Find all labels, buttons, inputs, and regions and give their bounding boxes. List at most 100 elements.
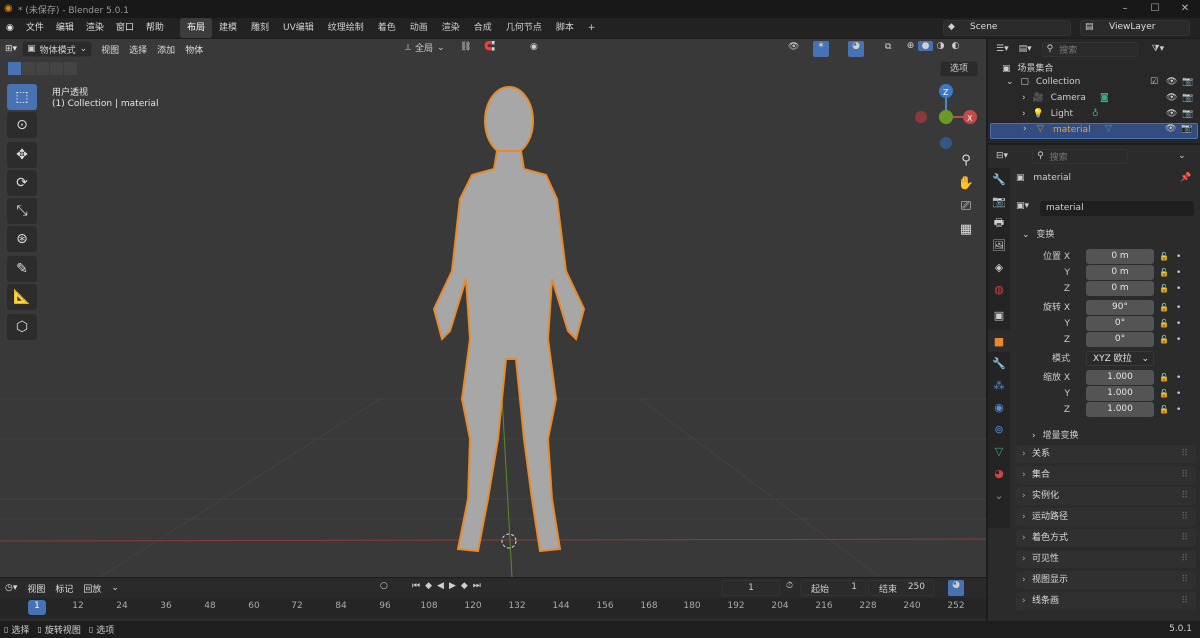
transform-panel-header[interactable]: ⌄ 变换 <box>1022 227 1054 240</box>
snap-icon[interactable]: 🧲 <box>484 42 495 52</box>
add-cube-tool-icon[interactable]: ⬡ <box>7 314 37 340</box>
measure-tool-icon[interactable]: 📐 <box>7 284 37 310</box>
location-y-field[interactable]: 0 m <box>1086 265 1154 280</box>
menu-edit[interactable]: 编辑 <box>50 18 80 38</box>
menu-window[interactable]: 窗口 <box>110 18 140 38</box>
transform-orientation[interactable]: ⟂ 全局 ⌄ <box>405 41 445 55</box>
lock-icon[interactable]: 🔓 <box>1159 332 1169 348</box>
maximize-button[interactable]: ☐ <box>1140 0 1170 18</box>
scale-z-field[interactable]: 1.000 <box>1086 402 1154 417</box>
select-intersect-icon[interactable] <box>64 62 77 75</box>
camera-render-icon[interactable]: 📷 <box>1182 109 1193 119</box>
lock-icon[interactable]: 🔓 <box>1159 300 1169 316</box>
keyframe-dot-icon[interactable]: • <box>1176 281 1181 297</box>
constraints-tab-icon[interactable]: ⊚ <box>988 418 1010 440</box>
tab-texture-paint[interactable]: 纹理绘制 <box>321 18 371 38</box>
modifier-tab-icon[interactable]: 🔧 <box>988 352 1010 374</box>
lock-icon[interactable]: 🔓 <box>1159 316 1169 332</box>
frame-ruler[interactable]: 1 12 24 36 48 60 72 84 96 108 120 132 14… <box>0 598 986 618</box>
properties-editor-type-icon[interactable]: ⊟▾ <box>996 151 1008 161</box>
tab-sculpting[interactable]: 雕刻 <box>244 18 276 38</box>
drag-handle-icon[interactable]: ⠿ <box>1181 508 1188 526</box>
pivot-icon[interactable]: ⛓ <box>460 42 471 52</box>
tab-modeling[interactable]: 建模 <box>212 18 244 38</box>
object-name-field[interactable]: material <box>1040 201 1194 216</box>
outliner-editor-type-icon[interactable]: ☰▾ <box>996 44 1009 54</box>
editor-type-icon[interactable]: ⊞▾ <box>0 44 22 54</box>
overlay-toggle-icon[interactable]: ◕ <box>848 41 864 57</box>
panel-instancing[interactable]: 实例化 ⠿ <box>1016 487 1196 505</box>
timeline-menu-marker[interactable]: 标记 <box>50 582 78 595</box>
transform-tool-icon[interactable]: ⊛ <box>7 226 37 252</box>
panel-line-art[interactable]: 线条画 ⠿ <box>1016 592 1196 610</box>
add-workspace-button[interactable]: + <box>581 18 603 38</box>
start-frame-field[interactable]: 起始 1 <box>800 580 866 596</box>
scale-tool-icon[interactable]: ⤡ <box>7 198 37 224</box>
filter-icon[interactable]: ⧩▾ <box>1152 44 1165 54</box>
physics-tab-icon[interactable]: ◉ <box>988 396 1010 418</box>
perspective-toggle-icon[interactable]: ▦ <box>955 218 977 240</box>
timeline-options-icon[interactable]: ◕ <box>948 580 964 596</box>
navigation-gizmo[interactable]: Z X <box>910 81 986 151</box>
lock-icon[interactable]: 🔓 <box>1159 281 1169 297</box>
menu-help[interactable]: 帮助 <box>140 18 170 38</box>
rotation-x-field[interactable]: 90° <box>1086 300 1154 315</box>
panel-relations[interactable]: 关系 ⠿ <box>1016 445 1196 463</box>
mode-selector[interactable]: ▣ 物体模式 ⌄ <box>22 41 93 57</box>
drag-handle-icon[interactable]: ⠿ <box>1181 592 1188 610</box>
lock-icon[interactable]: 🔓 <box>1159 402 1169 418</box>
prev-keyframe-icon[interactable]: ◆ <box>425 581 432 591</box>
keyframe-dot-icon[interactable]: • <box>1176 386 1181 402</box>
drag-handle-icon[interactable]: ⠿ <box>1181 529 1188 547</box>
rendered-shading-icon[interactable]: ◐ <box>948 41 963 51</box>
material-tab-icon[interactable]: ◕ <box>988 462 1010 484</box>
camera-render-icon[interactable]: 📷 <box>1182 77 1193 87</box>
view-layer-tab-icon[interactable]: 🖼 <box>988 234 1010 256</box>
select-new-icon[interactable] <box>8 62 21 75</box>
mesh-data-tab-icon[interactable]: ▽ <box>988 440 1010 462</box>
eye-icon[interactable]: 👁 <box>1166 93 1177 103</box>
stopwatch-icon[interactable]: ⏱ <box>786 581 793 591</box>
lock-icon[interactable]: 🔓 <box>1159 386 1169 402</box>
outliner-row-material[interactable]: › ▽ material ▽ 👁 📷 <box>990 123 1198 139</box>
particles-tab-icon[interactable]: ⁂ <box>988 374 1010 396</box>
wireframe-shading-icon[interactable]: ⊕ <box>903 41 918 51</box>
select-subtract-icon[interactable] <box>36 62 49 75</box>
tool-tab-icon[interactable]: 🔧 <box>988 168 1010 190</box>
drag-handle-icon[interactable]: ⠿ <box>1181 487 1188 505</box>
delta-transform-subpanel[interactable]: › 增量变换 <box>1032 428 1079 441</box>
lock-icon[interactable]: 🔓 <box>1159 370 1169 386</box>
object-browse-icon[interactable]: ▣▾ <box>1016 201 1029 211</box>
view-layer-selector[interactable]: ▤ ViewLayer <box>1080 20 1190 36</box>
material-shading-icon[interactable]: ◑ <box>933 41 948 51</box>
tab-uv-editing[interactable]: UV编辑 <box>276 18 321 38</box>
select-invert-icon[interactable] <box>50 62 63 75</box>
scale-x-field[interactable]: 1.000 <box>1086 370 1154 385</box>
menu-render[interactable]: 渲染 <box>80 18 110 38</box>
camera-render-icon[interactable]: 📷 <box>1182 93 1193 103</box>
scene-tab-icon[interactable]: ◈ <box>988 256 1010 278</box>
chevron-down-icon[interactable]: ⌄ <box>1178 151 1186 161</box>
lock-icon[interactable]: 🔓 <box>1159 249 1169 265</box>
chevron-down-icon[interactable]: ⌄ <box>988 484 1010 506</box>
play-icon[interactable]: ▶ <box>449 581 456 591</box>
collection-tab-icon[interactable]: ▣ <box>988 304 1010 326</box>
outliner-search-input[interactable]: ⚲ 搜索 <box>1041 41 1138 57</box>
end-frame-field[interactable]: 结束 250 <box>868 580 934 596</box>
xray-icon[interactable]: ⧉ <box>885 42 891 52</box>
keyframe-dot-icon[interactable]: • <box>1176 265 1181 281</box>
current-frame-field[interactable]: 1 <box>722 580 780 596</box>
scene-collection-row[interactable]: ▣ 场景集合 <box>1002 61 1198 77</box>
close-button[interactable]: ✕ <box>1170 0 1200 18</box>
world-tab-icon[interactable]: ◍ <box>988 278 1010 300</box>
blender-menu-icon[interactable]: ◉ <box>0 18 20 38</box>
outliner-row-collection[interactable]: ⌄ ▢ Collection ☑ 👁 📷 <box>1006 77 1198 93</box>
lock-icon[interactable]: 🔓 <box>1159 265 1169 281</box>
tab-animation[interactable]: 动画 <box>403 18 435 38</box>
zoom-icon[interactable]: ⚲ <box>955 149 977 171</box>
menu-view[interactable]: 视图 <box>96 43 124 56</box>
keyframe-dot-icon[interactable]: • <box>1176 316 1181 332</box>
next-keyframe-icon[interactable]: ◆ <box>461 581 468 591</box>
3d-cursor-icon[interactable] <box>501 533 517 549</box>
eye-icon[interactable]: 👁 <box>1166 109 1177 119</box>
